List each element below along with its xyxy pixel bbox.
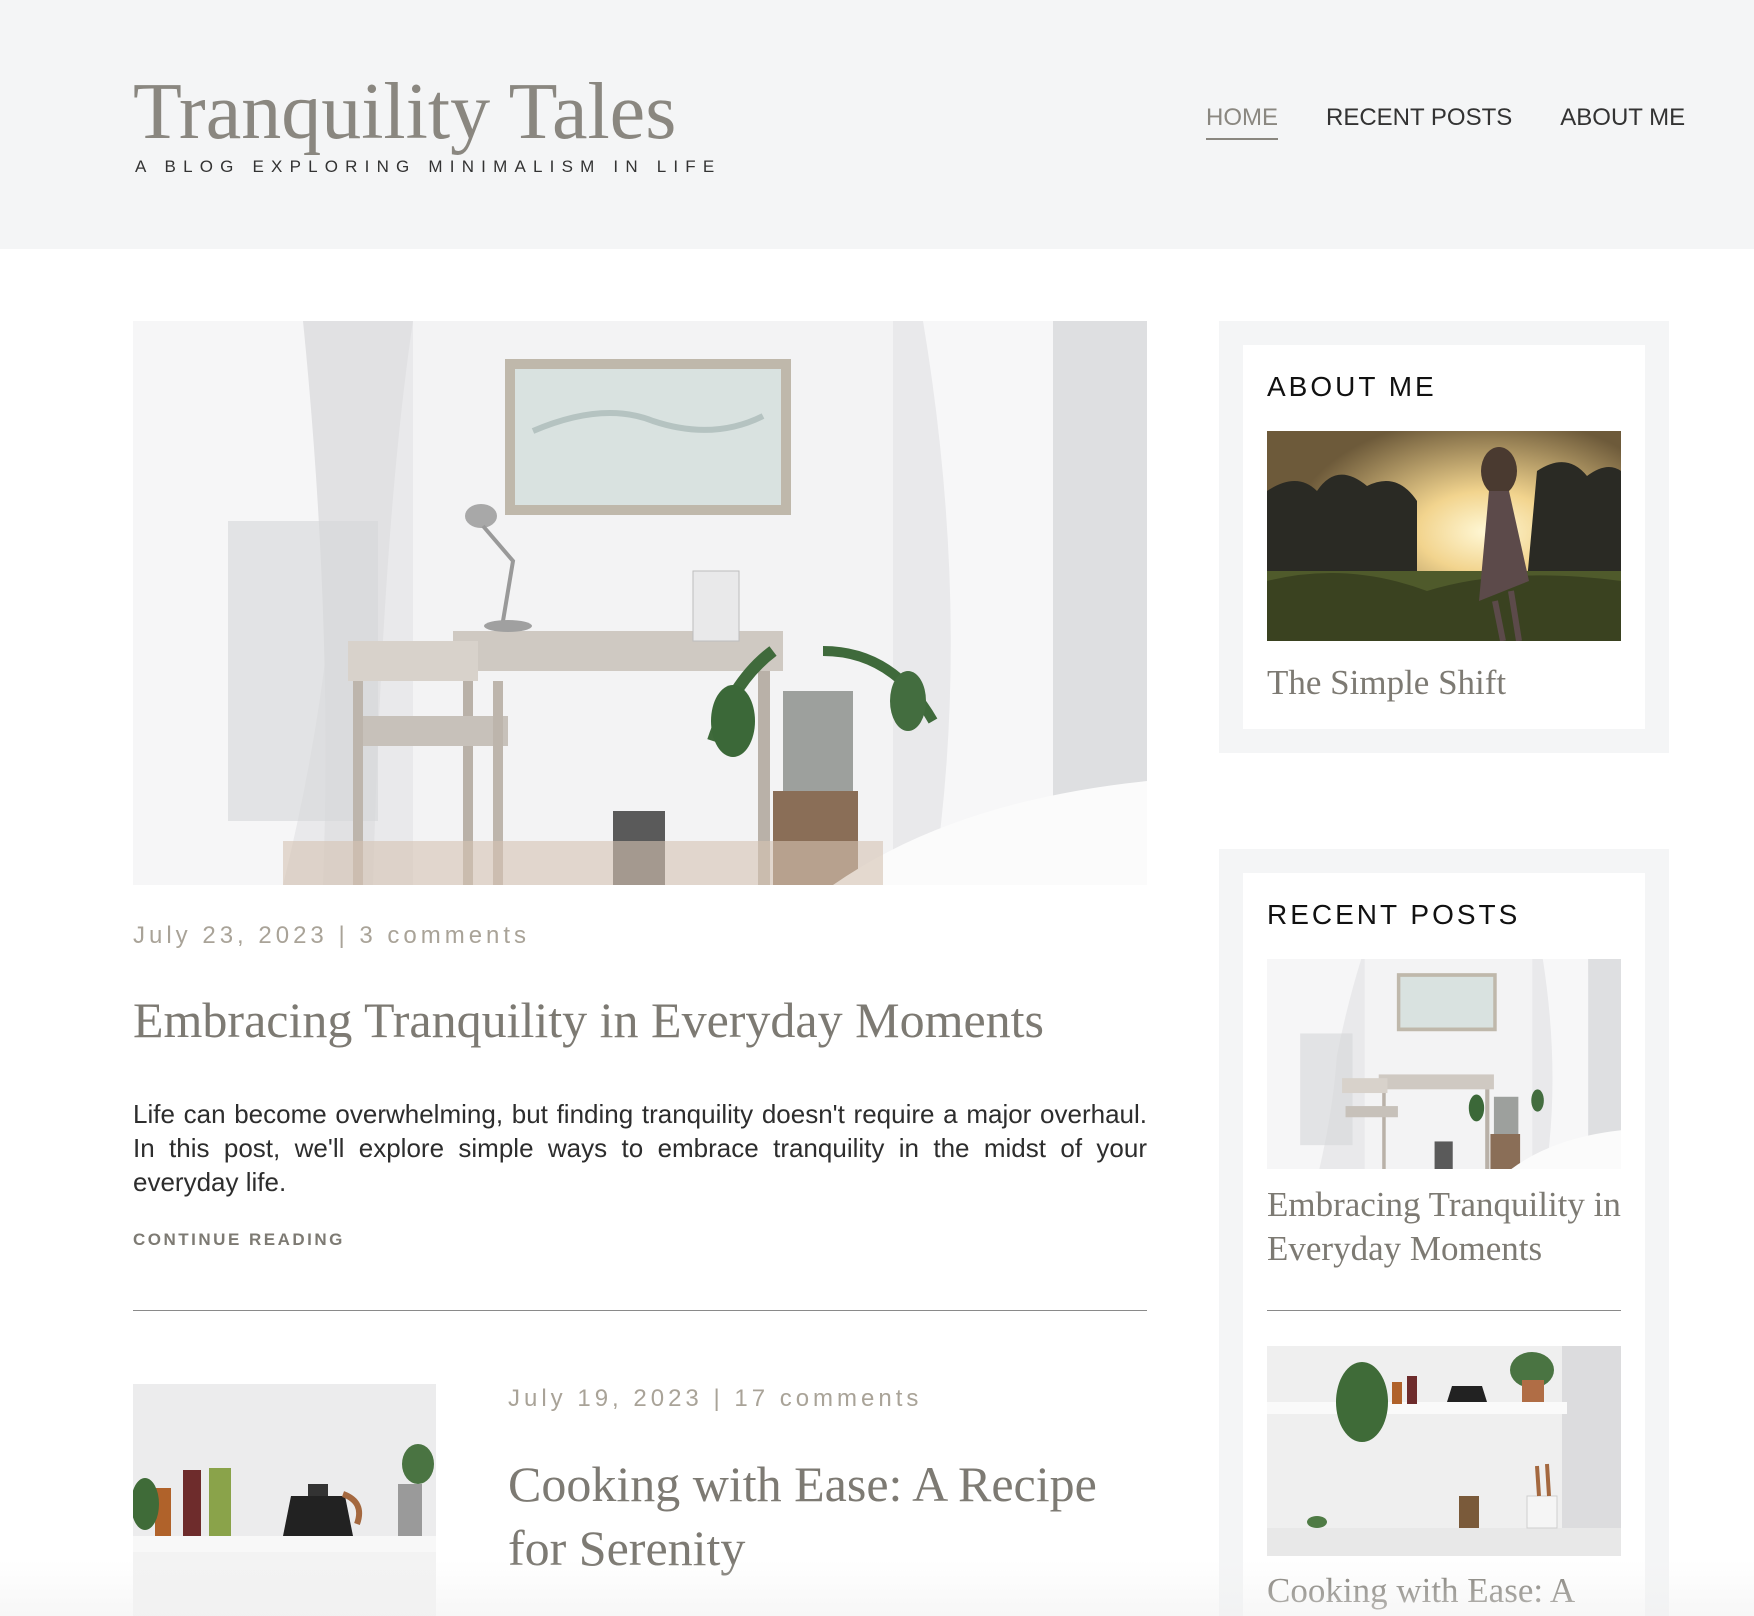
widget-title: ABOUT ME [1267, 371, 1437, 402]
post-divider [133, 1310, 1147, 1311]
recent-post-thumbnail[interactable] [1267, 1346, 1621, 1556]
nav-recent-posts[interactable]: RECENT POSTS [1326, 104, 1512, 140]
post-excerpt: Life can become overwhelming, but findin… [133, 1099, 1147, 1197]
post-thumbnail[interactable] [133, 1384, 436, 1616]
recent-post-link[interactable]: Cooking with Ease: A [1267, 1569, 1575, 1613]
about-image[interactable] [1267, 431, 1621, 641]
about-widget: ABOUT ME The Simple Shift [1219, 321, 1669, 753]
post-meta: July 23, 2023 | 3 comments [133, 922, 531, 949]
about-link[interactable]: The Simple Shift [1267, 661, 1506, 705]
post-title[interactable]: Embracing Tranquility in Everyday Moment… [133, 990, 1044, 1050]
kitchen-photo [133, 1384, 436, 1616]
recent-post-divider [1267, 1310, 1621, 1311]
site-title[interactable]: Tranquility Tales [133, 64, 676, 160]
post-title[interactable]: Cooking with Ease: A Recipe for Serenity [508, 1452, 1148, 1580]
site-header: Tranquility Tales A BLOG EXPLORING MINIM… [0, 0, 1754, 249]
workspace-photo [1267, 959, 1621, 1169]
site-tagline: A BLOG EXPLORING MINIMALISM IN LIFE [135, 157, 722, 176]
nav-about-me[interactable]: ABOUT ME [1560, 104, 1685, 140]
widget-title: RECENT POSTS [1267, 899, 1521, 930]
main-nav: HOME RECENT POSTS ABOUT ME [1206, 104, 1685, 140]
recent-posts-card: RECENT POSTS Embracing Tranquility in Ev… [1243, 873, 1645, 1616]
continue-reading-link[interactable]: CONTINUE READING [133, 1230, 345, 1250]
recent-posts-widget: RECENT POSTS Embracing Tranquility in Ev… [1219, 849, 1669, 1616]
post-meta: July 19, 2023 | 17 comments [508, 1385, 923, 1412]
nav-home[interactable]: HOME [1206, 104, 1278, 140]
recent-post-link[interactable]: Embracing Tranquility in Everyday Moment… [1267, 1183, 1621, 1271]
featured-post-image[interactable] [133, 321, 1147, 885]
kitchen-photo [1267, 1346, 1621, 1556]
sunset-field-photo [1267, 431, 1621, 641]
workspace-photo [133, 321, 1147, 885]
about-widget-card: ABOUT ME The Simple Shift [1243, 345, 1645, 729]
recent-post-thumbnail[interactable] [1267, 959, 1621, 1169]
